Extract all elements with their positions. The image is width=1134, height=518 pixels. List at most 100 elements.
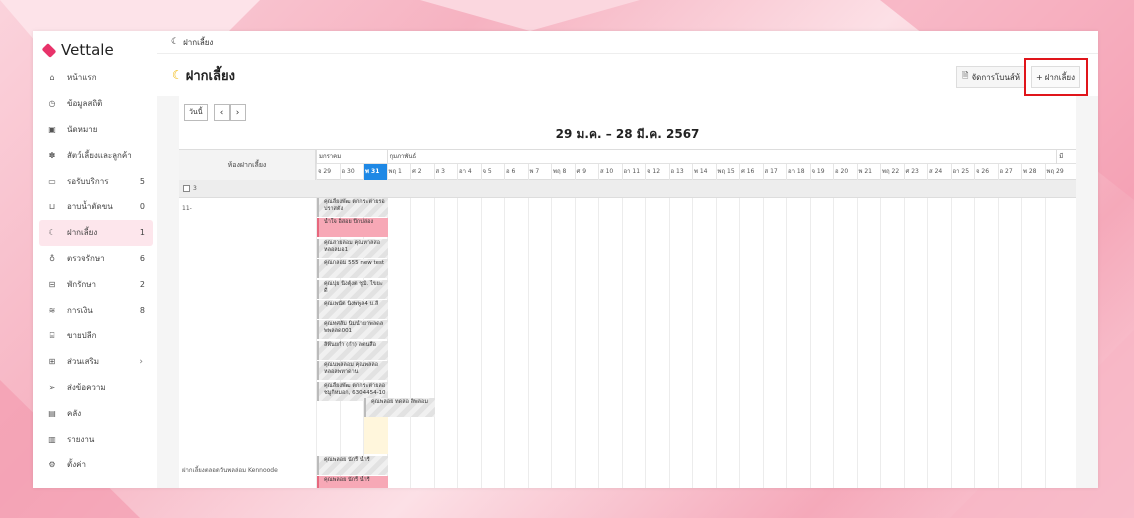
column-line (668, 198, 670, 488)
bed-icon: ⊟ (48, 279, 56, 289)
day-header: จ 12 (645, 164, 669, 180)
column-line (880, 198, 881, 488)
bath-icon: ⊔ (48, 202, 56, 212)
column-line (645, 198, 646, 488)
booking-event[interactable]: คุณพลอย นักริ์ น้ำรี (317, 456, 388, 475)
sidebar-item-count: 0 (139, 202, 145, 212)
booking-event[interactable]: น้ำใจ อิสอย ปีกปล่อง (317, 218, 388, 238)
column-line (974, 198, 975, 488)
today-button[interactable]: วันนี้ (184, 104, 208, 121)
day-header: ส 17 (762, 164, 787, 180)
day-header: ศ 9 (574, 164, 599, 180)
sidebar-item[interactable]: ⊟ พักรักษา 2 (39, 271, 153, 297)
column-line (457, 198, 458, 488)
sidebar-item[interactable]: ✽ สัตว์เลี้ยงและลูกค้า (39, 142, 153, 168)
booking-event[interactable]: คุณพลอย นักริ์ น้ำรี (317, 476, 388, 488)
month-header: กุมภาพันธ์ (386, 150, 1057, 164)
booking-event[interactable]: คุณสายลอม คุณหาลสอ หลอลมอ1 (317, 238, 388, 258)
day-header: พ 31 (363, 164, 387, 180)
sidebar-item[interactable]: ➢ ส่งข้อความ (39, 375, 153, 401)
booking-event[interactable]: คุณนพลลอม คุณพลลอ หลอลพทาดาน (317, 361, 388, 381)
day-header: พ 14 (692, 164, 716, 180)
month-header: มกราคม (316, 150, 387, 164)
column-line (551, 198, 552, 488)
day-header: อ 30 (339, 164, 364, 180)
sidebar-item-count: 5 (139, 176, 145, 186)
next-button[interactable]: › (229, 104, 246, 121)
column-line (1021, 198, 1022, 488)
highlight-box (1024, 58, 1088, 96)
sidebar-item[interactable]: ≋ การเงิน 8 (39, 297, 153, 323)
sidebar-item-label: หน้าแรก (67, 73, 97, 83)
moon-icon: ☾ (171, 37, 180, 47)
booking-event[interactable]: คุณทศลัม นิ่มนำยาพลดล พพลลด001 (317, 320, 388, 340)
room-group-row[interactable]: 3 (179, 180, 1076, 198)
column-line (692, 198, 693, 488)
column-line (739, 198, 740, 488)
column-line (786, 198, 787, 488)
app-name: Vettale (61, 41, 114, 59)
column-line (527, 198, 529, 488)
sidebar-item[interactable]: ◷ ข้อมูลสถิติ (39, 91, 153, 117)
home-icon: ⌂ (49, 73, 55, 83)
day-header: อ 20 (833, 164, 857, 180)
sidebar-item-label: สัตว์เลี้ยงและลูกค้า (67, 150, 132, 160)
plus-square-icon: ⊞ (48, 357, 56, 367)
stats-icon: ◷ (48, 99, 56, 109)
app-logo[interactable]: Vettale (41, 41, 114, 59)
column-line (598, 198, 599, 488)
date-range: 29 ม.ค. – 28 มี.ค. 2567 (555, 127, 700, 141)
column-line (997, 198, 999, 488)
sidebar-item-label: ข้อมูลสถิติ (67, 99, 103, 109)
sidebar-item[interactable]: ☾ ฝากเลี้ยง 1 (39, 219, 153, 246)
day-header: พฤ 8 (551, 164, 575, 180)
gear-icon: ⚙ (48, 460, 56, 470)
prev-button[interactable]: ‹ (213, 104, 230, 121)
sidebar-item-label: พักรักษา (67, 279, 97, 289)
sofa-icon: ▭ (48, 176, 56, 186)
month-row: มกราคม กุมภาพันธ์ มี (316, 150, 1076, 164)
moon-icon: ☾ (48, 228, 56, 238)
column-line (856, 198, 858, 488)
day-header: ศ 16 (739, 164, 763, 180)
sidebar-item[interactable]: ▤ คลัง (39, 400, 153, 426)
booking-event[interactable]: คุณเพนัต นิ่งพพูล4 บ.ลี (317, 300, 388, 319)
day-header: อา 25 (950, 164, 975, 180)
booking-event[interactable]: คุณพลอย ทดลอ ลิพลอม (364, 398, 435, 417)
day-header: ส 3 (433, 164, 458, 180)
shop-icon: ⌸ (49, 330, 55, 340)
sidebar-item[interactable]: ♁ ตรวจรักษา 6 (39, 246, 153, 272)
archive-icon: ▤ (48, 408, 56, 418)
send-icon: ➢ (48, 382, 56, 392)
group-checkbox[interactable] (183, 185, 190, 192)
sidebar-item[interactable]: ⚙ ตั้งค่า (39, 452, 153, 478)
booking-event[interactable]: คุณกลอม 555 new test (317, 259, 388, 279)
sidebar-item-label: ส่งข้อความ (67, 382, 106, 392)
day-header: พฤ 29 (1044, 164, 1069, 180)
sidebar-item-label: คลัง (67, 408, 82, 418)
column-line (480, 198, 482, 488)
sidebar-item[interactable]: ⌸ ขายปลีก (39, 323, 153, 349)
sidebar-item[interactable]: ⊔ อาบน้ำตัดขน 0 (39, 194, 153, 220)
tag-logo-icon (41, 42, 57, 58)
column-line (574, 198, 576, 488)
sidebar: Vettale ⌂ หน้าแรก ◷ ข้อมูลสถิติ ▣ นัดหมาย ✽ สัต… (33, 31, 157, 488)
booking-event[interactable]: ลิพีนยกำ (กำ) ลตนสือ (317, 340, 388, 360)
sidebar-item[interactable]: ▥ รายงาน (39, 426, 153, 452)
booking-event[interactable]: คุณลี้ยงพัฒ ตกกระต่ายรอ ปราสตัง (317, 198, 388, 217)
sidebar-item[interactable]: ⊞ ส่วนเสริม › (39, 349, 153, 375)
day-header: ศ 2 (410, 164, 434, 180)
sidebar-item[interactable]: ▣ นัดหมาย (39, 117, 153, 143)
day-header: พฤ 15 (715, 164, 740, 180)
day-header: อา 4 (457, 164, 481, 180)
sidebar-item[interactable]: ⌂ หน้าแรก (39, 65, 153, 91)
sidebar-item-label: ตั้งค่า (67, 460, 86, 470)
plan-button[interactable]: 🗎 จัดการโบนส์ห้ (956, 66, 1026, 88)
sidebar-item[interactable]: ▭ รอรับบริการ 5 (39, 168, 153, 194)
breadcrumb: ☾ ฝากเลี้ยง (157, 31, 1098, 54)
day-header: จ 29 (316, 164, 340, 180)
sidebar-item-count: 1 (139, 228, 145, 238)
nav-buttons: ‹ › (213, 104, 246, 121)
booking-event[interactable]: คุณปุย นิ่งตุ้งต ชูมิ. ไขยะ ดี (317, 279, 388, 299)
column-line (621, 198, 623, 488)
